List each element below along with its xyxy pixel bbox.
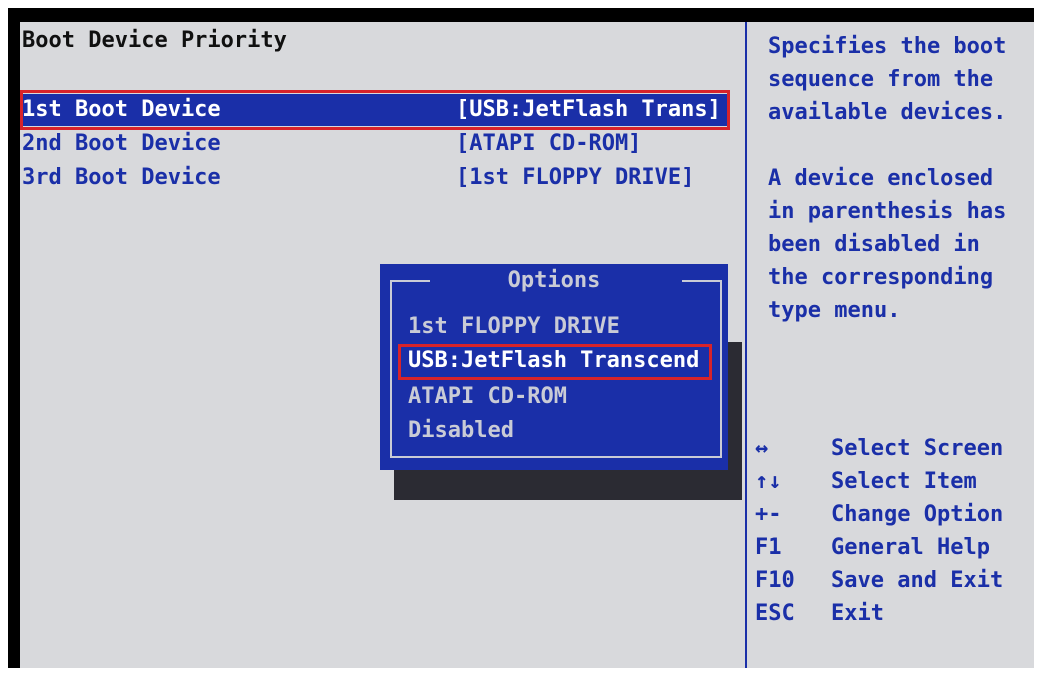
arrows-ud-icon: ↑↓: [755, 469, 782, 494]
bios-screen: Boot Device Priority 1st Boot Device [US…: [20, 22, 1034, 668]
key-legend-row: F1 General Help: [755, 531, 1003, 564]
boot-device-label: 1st Boot Device: [22, 97, 221, 122]
key-desc: Change Option: [831, 502, 1004, 527]
f10-key: F10: [755, 568, 795, 593]
screen-bezel: Boot Device Priority 1st Boot Device [US…: [8, 8, 1034, 668]
options-popup: Options 1st FLOPPY DRIVE USB:JetFlash Tr…: [380, 264, 728, 470]
key-legend-row: +- Change Option: [755, 498, 1003, 531]
esc-key: ESC: [755, 601, 795, 626]
key-desc: General Help: [831, 535, 990, 560]
popup-title: Options: [507, 268, 601, 293]
key-legend-row: ESC Exit: [755, 597, 1003, 630]
boot-device-label: 3rd Boot Device: [22, 165, 221, 190]
help-text-1: Specifies the boot sequence from the ava…: [768, 34, 1007, 125]
f1-key: F1: [755, 535, 782, 560]
boot-device-row-3[interactable]: 3rd Boot Device [1st FLOPPY DRIVE]: [20, 162, 730, 194]
plus-minus-key: +-: [755, 502, 782, 527]
boot-device-value: [1st FLOPPY DRIVE]: [456, 165, 695, 190]
key-legend: ↔ Select Screen ↑↓ Select Item +- Change…: [755, 432, 1003, 630]
help-panel: Specifies the boot sequence from the ava…: [768, 30, 1030, 360]
option-item-selected[interactable]: USB:JetFlash Transcend: [408, 348, 699, 373]
boot-device-value: [ATAPI CD-ROM]: [456, 131, 642, 156]
boot-device-label: 2nd Boot Device: [22, 131, 221, 156]
page-title: Boot Device Priority: [22, 28, 287, 53]
key-legend-row: ↔ Select Screen: [755, 432, 1003, 465]
option-item[interactable]: Disabled: [408, 418, 514, 443]
key-legend-row: ↑↓ Select Item: [755, 465, 1003, 498]
boot-device-value: [USB:JetFlash Trans]: [456, 97, 721, 122]
key-desc: Save and Exit: [831, 568, 1004, 593]
boot-device-row-2[interactable]: 2nd Boot Device [ATAPI CD-ROM]: [20, 128, 730, 160]
help-text-2: A device enclosed in parenthesis has bee…: [768, 166, 1007, 323]
boot-device-row-1[interactable]: 1st Boot Device [USB:JetFlash Trans]: [20, 94, 730, 126]
arrows-lr-icon: ↔: [755, 436, 769, 461]
key-legend-row: F10 Save and Exit: [755, 564, 1003, 597]
panel-divider: [745, 22, 747, 668]
key-desc: Select Screen: [831, 436, 1004, 461]
option-item[interactable]: 1st FLOPPY DRIVE: [408, 314, 620, 339]
key-desc: Exit: [831, 601, 884, 626]
key-desc: Select Item: [831, 469, 977, 494]
option-item[interactable]: ATAPI CD-ROM: [408, 384, 567, 409]
